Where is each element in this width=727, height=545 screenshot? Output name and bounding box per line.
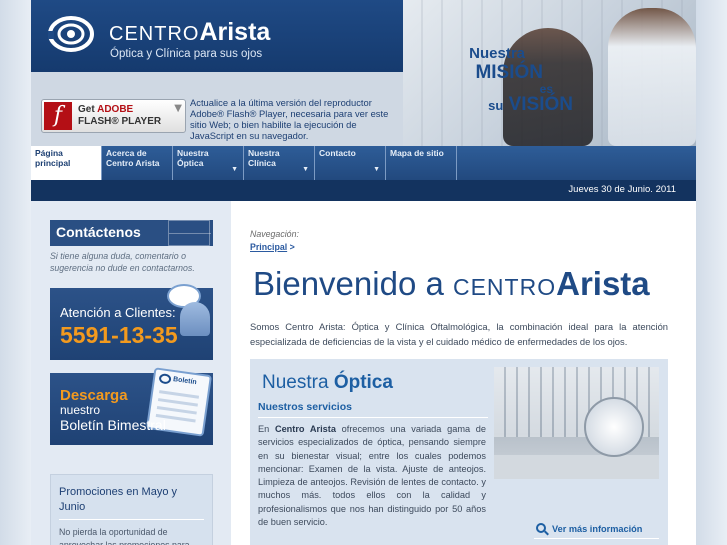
mission-line-4-word: VISIÓN xyxy=(508,94,573,115)
flash-adobe: ADOBE xyxy=(97,104,134,115)
store-floor xyxy=(494,455,659,479)
attention-label: Atención a Clientes: xyxy=(60,305,176,320)
dropdown-arrow-icon: ▼ xyxy=(302,166,309,173)
promo-divider xyxy=(59,519,204,520)
flash-get: Get xyxy=(78,104,95,115)
dropdown-arrow-icon: ▼ xyxy=(373,166,380,173)
flash-button-label: Get ADOBE FLASH® PLAYER xyxy=(78,104,161,128)
optica-photo xyxy=(494,367,659,479)
contact-text: Si tiene alguna duda, comentario o suger… xyxy=(50,251,195,273)
lens-display xyxy=(584,397,644,457)
main-content: Navegación: Principal > Bienvenido a CEN… xyxy=(231,201,696,545)
mission-line-2: MISIÓN xyxy=(475,62,543,83)
nav-item-contacto[interactable]: Contacto ▼ xyxy=(315,146,386,180)
customer-service-banner[interactable]: Atención a Clientes: 5591-13-35 xyxy=(50,284,213,360)
nav-item-home[interactable]: Página principal xyxy=(31,146,102,180)
dropdown-arrow-icon: ▼ xyxy=(231,166,238,173)
more-info-divider xyxy=(534,538,659,539)
magnifier-icon xyxy=(536,523,546,533)
optica-body-1: En xyxy=(258,424,275,434)
brand-prefix: CENTRO xyxy=(109,23,200,45)
mission-slogan: Nuestra MISIÓN es su VISIÓN xyxy=(403,46,573,114)
nav-label-2: Centro Arista xyxy=(106,158,160,168)
booklet-line xyxy=(156,406,197,415)
nav-item-sitemap[interactable]: Mapa de sitio xyxy=(386,146,457,180)
get-flash-player-button[interactable]: f Get ADOBE FLASH® PLAYER ▼ xyxy=(41,99,186,133)
navigation-label: Navegación: xyxy=(250,229,299,239)
main-nav: Página principal Acerca de Centro Arista… xyxy=(31,146,696,180)
optica-body-bold: Centro Arista xyxy=(274,424,336,434)
download-title: Descarga xyxy=(60,387,128,404)
nav-item-optica[interactable]: Nuestra Óptica ▼ xyxy=(173,146,244,180)
left-margin xyxy=(0,0,31,545)
promotions-box: Promociones en Mayo y Junio No pierda la… xyxy=(50,474,213,545)
optica-section: Nuestra Óptica Nuestros servicios En Cen… xyxy=(250,359,668,545)
envelope-icon xyxy=(168,220,210,246)
welcome-brand-prefix: CENTRO xyxy=(452,274,557,300)
mission-line-4: su VISIÓN xyxy=(403,95,573,114)
breadcrumb-home-link[interactable]: Principal xyxy=(250,242,287,252)
mission-line-4-prefix: su xyxy=(488,98,504,113)
optica-subtitle: Nuestros servicios xyxy=(258,401,352,413)
header: CENTROArista Óptica y Clínica para sus o… xyxy=(31,0,696,146)
optica-body: En Centro Arista ofrecemos una variada g… xyxy=(258,423,486,529)
welcome-brand-name: Arista xyxy=(556,265,650,302)
booklet-line xyxy=(159,390,200,399)
brand-name: Arista xyxy=(199,18,271,46)
attention-phone: 5591-13-35 xyxy=(60,322,178,348)
page-title: Bienvenido a CENTROArista xyxy=(253,265,650,303)
eye-mini-icon xyxy=(158,373,172,385)
current-date: Jueves 30 de Junio. 2011 xyxy=(568,184,676,195)
nav-item-about[interactable]: Acerca de Centro Arista xyxy=(102,146,173,180)
breadcrumb-separator: > xyxy=(289,242,295,252)
contact-title: Contáctenos xyxy=(56,224,141,240)
nav-label-1: Contacto xyxy=(319,148,356,158)
optica-divider xyxy=(258,417,488,418)
sidebar: Contáctenos Si tiene alguna duda, coment… xyxy=(31,201,231,545)
nav-label-2: Óptica xyxy=(177,158,204,168)
more-info-link[interactable]: Ver más información xyxy=(536,523,642,534)
brand-logo-text[interactable]: CENTROArista xyxy=(109,18,270,47)
breadcrumb: Principal > xyxy=(250,242,295,252)
flash-player: FLASH® PLAYER xyxy=(78,116,162,127)
page: CENTROArista Óptica y Clínica para sus o… xyxy=(31,0,696,545)
optica-title: Nuestra Óptica xyxy=(262,372,393,394)
date-bar: Jueves 30 de Junio. 2011 xyxy=(31,180,696,201)
optica-title-1: Nuestra xyxy=(262,372,334,393)
promo-text: No pierda la oportunidad de aprovechar l… xyxy=(59,527,190,545)
eye-logo-icon[interactable] xyxy=(48,15,94,53)
nav-item-clinica[interactable]: Nuestra Clínica ▼ xyxy=(244,146,315,180)
intro-paragraph: Somos Centro Arista: Óptica y Clínica Of… xyxy=(250,321,668,347)
right-margin xyxy=(696,0,727,545)
optician-figure xyxy=(608,8,696,146)
nav-label-1: Nuestra xyxy=(177,148,209,158)
welcome-text: Bienvenido a xyxy=(253,265,453,302)
download-arrow-icon: ▼ xyxy=(174,103,182,114)
brand-bar: CENTROArista Óptica y Clínica para sus o… xyxy=(31,0,403,72)
promo-title[interactable]: Promociones en Mayo y Junio xyxy=(59,485,205,515)
header-banner-photo: Nuestra MISIÓN es su VISIÓN xyxy=(403,0,696,146)
nav-label-1: Nuestra xyxy=(248,148,280,158)
mission-line-1: Nuestra xyxy=(469,45,525,62)
flash-logo-icon: f xyxy=(44,102,72,130)
optica-body-2: ofrecemos una variada gama de servicios … xyxy=(258,424,486,528)
tagline: Óptica y Clínica para sus ojos xyxy=(110,48,263,60)
booklet-label: Boletín xyxy=(172,375,198,387)
nav-label-1: Página xyxy=(35,148,63,158)
optica-title-2: Óptica xyxy=(333,372,393,393)
nav-label-1: Mapa de sitio xyxy=(390,148,444,158)
more-info-label: Ver más información xyxy=(552,524,643,534)
booklet-line xyxy=(157,398,198,407)
download-name: Boletín Bimestral xyxy=(60,417,166,433)
download-subtitle: nuestro xyxy=(60,403,101,417)
flash-note: Actualice a la última versión del reprod… xyxy=(190,97,389,141)
nav-label-1: Acerca de xyxy=(106,148,147,158)
flash-notice-row: f Get ADOBE FLASH® PLAYER ▼ Actualice a … xyxy=(31,72,403,146)
nav-label-2: Clínica xyxy=(248,158,276,168)
newsletter-download-banner[interactable]: Boletín Descarga nuestro Boletín Bimestr… xyxy=(50,367,213,445)
agent-icon xyxy=(180,302,210,336)
nav-label-2: principal xyxy=(35,158,71,168)
